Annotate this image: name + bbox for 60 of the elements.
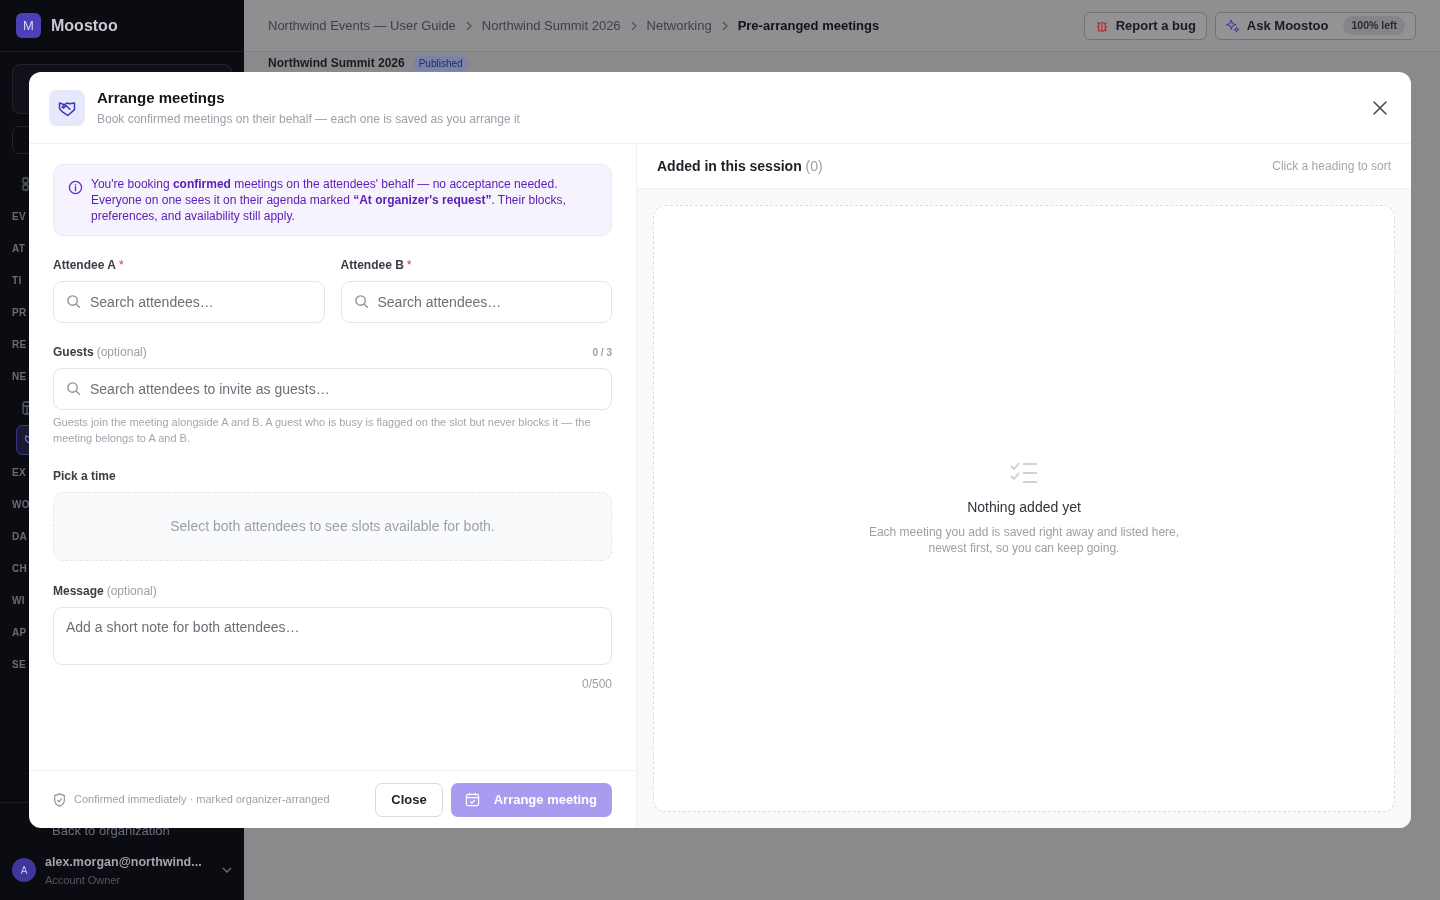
sparkle-icon xyxy=(1225,18,1240,33)
nav-section-heading: EV xyxy=(12,209,26,224)
message-field[interactable]: Add a short note for both attendees… xyxy=(53,607,612,665)
panel-title: Added in this session (0) xyxy=(657,156,823,176)
info-icon xyxy=(68,180,83,195)
user-role: Account Owner xyxy=(45,872,122,888)
search-field[interactable]: Search attendees… xyxy=(340,281,612,323)
nav-section-heading: SE xyxy=(12,657,26,672)
user-email: alex.morgan@northwind... xyxy=(45,853,203,871)
status-badge: Published xyxy=(412,55,469,71)
search-field[interactable]: Search attendees… xyxy=(53,281,325,323)
character-counter: 0/500 xyxy=(581,676,612,693)
ask-assistant-button[interactable]: Ask Moostoo 100% left xyxy=(1214,11,1416,40)
page-title: Northwind Summit 2026 xyxy=(268,55,405,72)
help-text: Guests join the meeting alongside A and B. A guest who is busy is flagged on the slot but never blocks it — the meeting belongs to A and B. xyxy=(53,415,592,446)
footer-note: Confirmed immediately · marked organizer-arranged xyxy=(74,792,330,808)
checklist-icon xyxy=(1010,461,1038,485)
nav-section-heading: WI xyxy=(12,593,25,608)
nav-section-heading: EX xyxy=(12,465,26,480)
app-name: Moostoo xyxy=(51,15,118,36)
chevron-right-icon xyxy=(720,20,729,31)
nav-section-heading: TI xyxy=(12,273,22,288)
logo-icon: M xyxy=(16,13,41,38)
close-button[interactable]: Close xyxy=(375,782,443,817)
calendar-check-icon xyxy=(464,792,480,807)
empty-state-title: Nothing added yet xyxy=(967,498,1081,517)
breadcrumb-link[interactable]: Northwind Summit 2026 xyxy=(481,15,621,36)
search-field[interactable]: Search attendees to invite as guests… xyxy=(53,368,612,410)
field-label: Attendee A * xyxy=(53,257,125,274)
dialog-subtitle: Book confirmed meetings on their behalf — each one is saved as you arrange it xyxy=(97,110,520,128)
field-label: Attendee B * xyxy=(340,257,413,274)
search-icon xyxy=(66,381,81,396)
report-bug-button[interactable]: Report a bug xyxy=(1083,11,1207,40)
chevron-right-icon xyxy=(464,20,473,31)
search-icon xyxy=(66,294,81,309)
shield-check-icon xyxy=(53,792,66,807)
notice-text: You're booking confirmed meetings on the attendees' behalf — no acceptance needed. Everyone on one sees it on their agenda marked “At organizer's request”. Their blocks, preferences, and availability still apply. xyxy=(91,176,567,224)
nav-section-heading: CH xyxy=(12,561,28,576)
nav-section-heading: AT xyxy=(12,241,26,256)
empty-slots-text: Select both attendees to see slots available for both. xyxy=(53,492,612,561)
nav-section-heading: WO xyxy=(12,497,30,512)
user-avatar: A xyxy=(12,858,36,883)
usage-badge: 100% left xyxy=(1343,15,1405,36)
sort-hint: Click a heading to sort xyxy=(1272,158,1391,175)
field-label: Pick a time xyxy=(53,468,117,485)
breadcrumb-link[interactable]: Networking xyxy=(646,15,712,36)
nav-section-heading: DA xyxy=(12,529,28,544)
breadcrumb-link[interactable]: Northwind Events — User Guide xyxy=(268,15,456,36)
chevron-right-icon xyxy=(629,20,638,31)
nav-section-heading: AP xyxy=(12,625,27,640)
nav-section-heading: PR xyxy=(12,305,27,320)
field-label: Message (optional) xyxy=(53,583,158,600)
nav-section-heading: RE xyxy=(12,337,27,352)
guest-counter: 0 / 3 xyxy=(592,345,612,360)
field-label: Guests (optional) xyxy=(53,344,147,361)
search-icon xyxy=(353,294,369,309)
empty-state-text: Each meeting you add is saved right away and listed here, newest first, so you can keep going. xyxy=(867,524,1181,556)
handshake-icon xyxy=(49,89,85,126)
dialog-title: Arrange meetings xyxy=(97,88,226,109)
nav-section-heading: NE xyxy=(12,369,27,384)
